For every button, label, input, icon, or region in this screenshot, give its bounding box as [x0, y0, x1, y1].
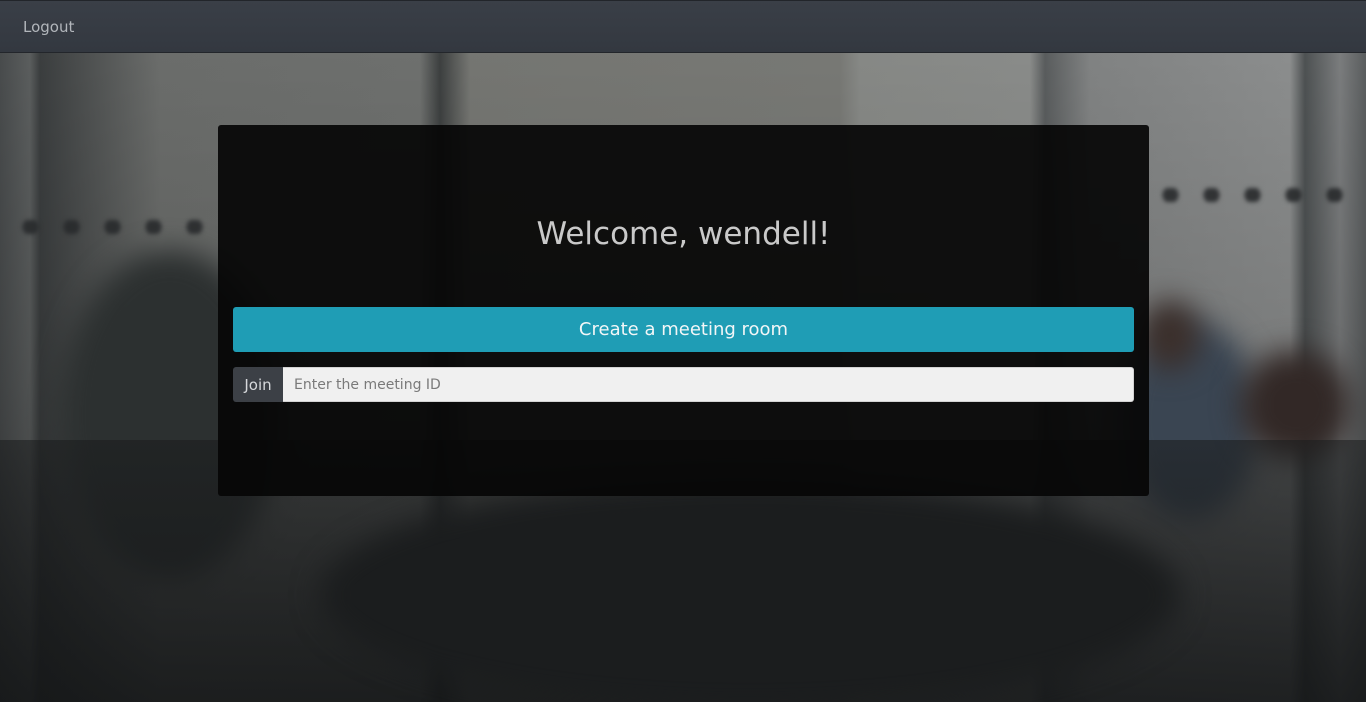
join-label: Join [233, 367, 283, 402]
bg-blur-shape [1140, 300, 1200, 370]
bg-blur-shape [10, 220, 220, 234]
welcome-heading: Welcome, wendell! [536, 216, 831, 252]
top-navbar: Logout [0, 0, 1366, 53]
logout-link[interactable]: Logout [23, 18, 74, 36]
welcome-card: Welcome, wendell! Create a meeting room … [218, 125, 1149, 496]
meeting-id-input[interactable] [283, 367, 1134, 402]
bg-blur-shape [1150, 188, 1366, 202]
bg-blur-shape [320, 480, 1180, 702]
create-meeting-room-button[interactable]: Create a meeting room [233, 307, 1134, 352]
join-meeting-group: Join [233, 367, 1134, 402]
